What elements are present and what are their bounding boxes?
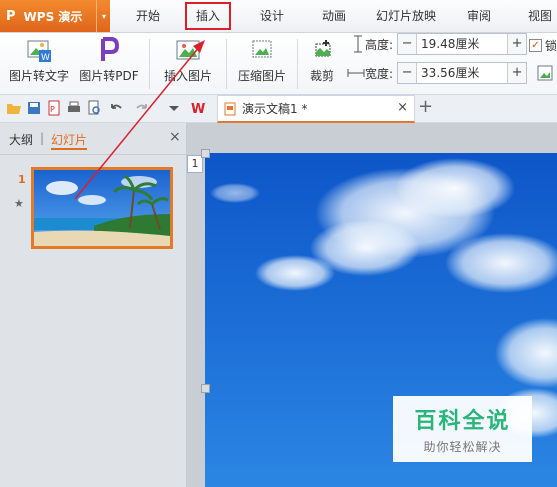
slide-number: 1	[18, 173, 26, 186]
slide-animation-star-icon: ★	[14, 197, 24, 210]
ribbon-divider	[149, 39, 150, 89]
height-decrease-button[interactable]: −	[398, 34, 417, 54]
tab-view[interactable]: 视图	[518, 0, 557, 32]
watermark-subtitle: 助你轻松解决	[423, 440, 502, 454]
tab-slideshow[interactable]: 幻灯片放映	[368, 0, 444, 32]
save-icon[interactable]	[26, 100, 42, 116]
height-increase-button[interactable]: +	[508, 34, 527, 54]
undo-icon[interactable]	[108, 100, 124, 116]
height-stepper[interactable]: − 19.48厘米 +	[397, 33, 528, 55]
width-input[interactable]: 33.56厘米	[416, 63, 509, 83]
pic-to-pdf-button[interactable]: 图片转PDF	[76, 33, 142, 94]
tab-insert[interactable]: 插入	[185, 2, 231, 30]
close-icon[interactable]: ×	[169, 129, 181, 145]
compress-picture-button[interactable]: 压缩图片	[232, 33, 292, 94]
insert-picture-button[interactable]: 插入图片	[155, 33, 221, 94]
width-increase-button[interactable]: +	[508, 63, 527, 83]
width-icon	[347, 69, 365, 77]
chevron-down-icon[interactable]: ▾	[96, 0, 111, 32]
app-menu-button[interactable]: P WPS 演示 ▾	[0, 0, 110, 32]
svg-text:P: P	[50, 105, 55, 114]
document-tab[interactable]: 演示文稿1 * ×	[217, 95, 415, 123]
crop-button[interactable]: 裁剪	[302, 33, 342, 94]
height-icon	[354, 35, 362, 53]
pic-to-pdf-label: 图片转PDF	[79, 69, 139, 83]
tab-animation[interactable]: 动画	[308, 0, 360, 32]
picture-icon: W	[27, 40, 51, 63]
picture-icon	[176, 40, 200, 60]
height-field: 高度: − 19.48厘米 +	[351, 33, 528, 55]
ribbon-insert: W 图片转文字 图片转PDF 插入图片 压缩图片 裁剪 高度: − 19.48厘…	[0, 33, 557, 95]
ribbon-divider	[297, 39, 298, 89]
resize-handle[interactable]	[201, 149, 210, 158]
document-tab-label: 演示文稿1 *	[242, 102, 308, 116]
close-icon[interactable]: ×	[397, 100, 408, 115]
crop-label: 裁剪	[309, 69, 334, 83]
svg-text:W: W	[41, 53, 50, 63]
insert-picture-label: 插入图片	[163, 69, 212, 83]
lock-checkbox-icon[interactable]: ✓	[529, 38, 542, 52]
watermark-title: 百科全说	[414, 409, 511, 434]
reset-size-icon[interactable]	[536, 64, 554, 82]
panel-tabs: 大纲 | 幻灯片 ×	[0, 123, 186, 155]
ribbon-divider	[226, 39, 227, 89]
compress-icon	[252, 40, 272, 58]
wps-logo-icon: P	[6, 8, 16, 24]
quick-access-bar: P W 演示文稿1 * × +	[0, 95, 557, 123]
wps-logo-icon[interactable]: W	[191, 100, 207, 116]
pdf-icon	[101, 37, 120, 61]
redo-icon[interactable]	[134, 100, 150, 116]
watermark: 百科全说 助你轻松解决	[393, 396, 532, 462]
compress-picture-label: 压缩图片	[237, 69, 286, 83]
new-tab-button[interactable]: +	[418, 96, 433, 117]
slide-thumbnail[interactable]	[31, 167, 173, 249]
pic-to-text-button[interactable]: W 图片转文字	[6, 33, 72, 94]
export-pdf-icon[interactable]: P	[46, 100, 62, 116]
lock-ratio-field[interactable]: ✓ 锁	[529, 34, 557, 56]
tab-home[interactable]: 开始	[122, 0, 174, 32]
width-label: 宽度:	[365, 66, 394, 81]
tab-slides[interactable]: 幻灯片	[51, 131, 88, 150]
tab-design[interactable]: 设计	[246, 0, 298, 32]
height-input[interactable]: 19.48厘米	[416, 34, 509, 54]
tab-review[interactable]: 审阅	[454, 0, 504, 32]
svg-text:W: W	[191, 102, 205, 116]
crop-icon	[315, 40, 331, 57]
pic-to-text-label: 图片转文字	[8, 69, 69, 83]
menu-bar: P WPS 演示 ▾ 开始 插入 设计 动画 幻灯片放映 审阅 视图	[0, 0, 557, 33]
print-preview-icon[interactable]	[86, 100, 102, 116]
app-title: WPS 演示	[23, 9, 83, 24]
print-icon[interactable]	[66, 100, 82, 116]
width-field: 宽度: − 33.56厘米 +	[347, 62, 528, 84]
lock-label: 锁	[545, 38, 557, 53]
beach-thumbnail-image	[34, 170, 170, 246]
width-stepper[interactable]: − 33.56厘米 +	[397, 62, 528, 84]
panel-tab-divider: |	[40, 131, 45, 145]
slides-panel: 大纲 | 幻灯片 × 1 ★	[0, 123, 187, 487]
presentation-file-icon	[224, 102, 236, 115]
height-label: 高度:	[365, 37, 394, 52]
tab-outline[interactable]: 大纲	[9, 131, 33, 148]
resize-handle[interactable]	[201, 384, 210, 393]
open-folder-icon[interactable]	[6, 100, 22, 116]
width-decrease-button[interactable]: −	[398, 63, 417, 83]
customize-dropdown-icon[interactable]	[166, 100, 182, 116]
